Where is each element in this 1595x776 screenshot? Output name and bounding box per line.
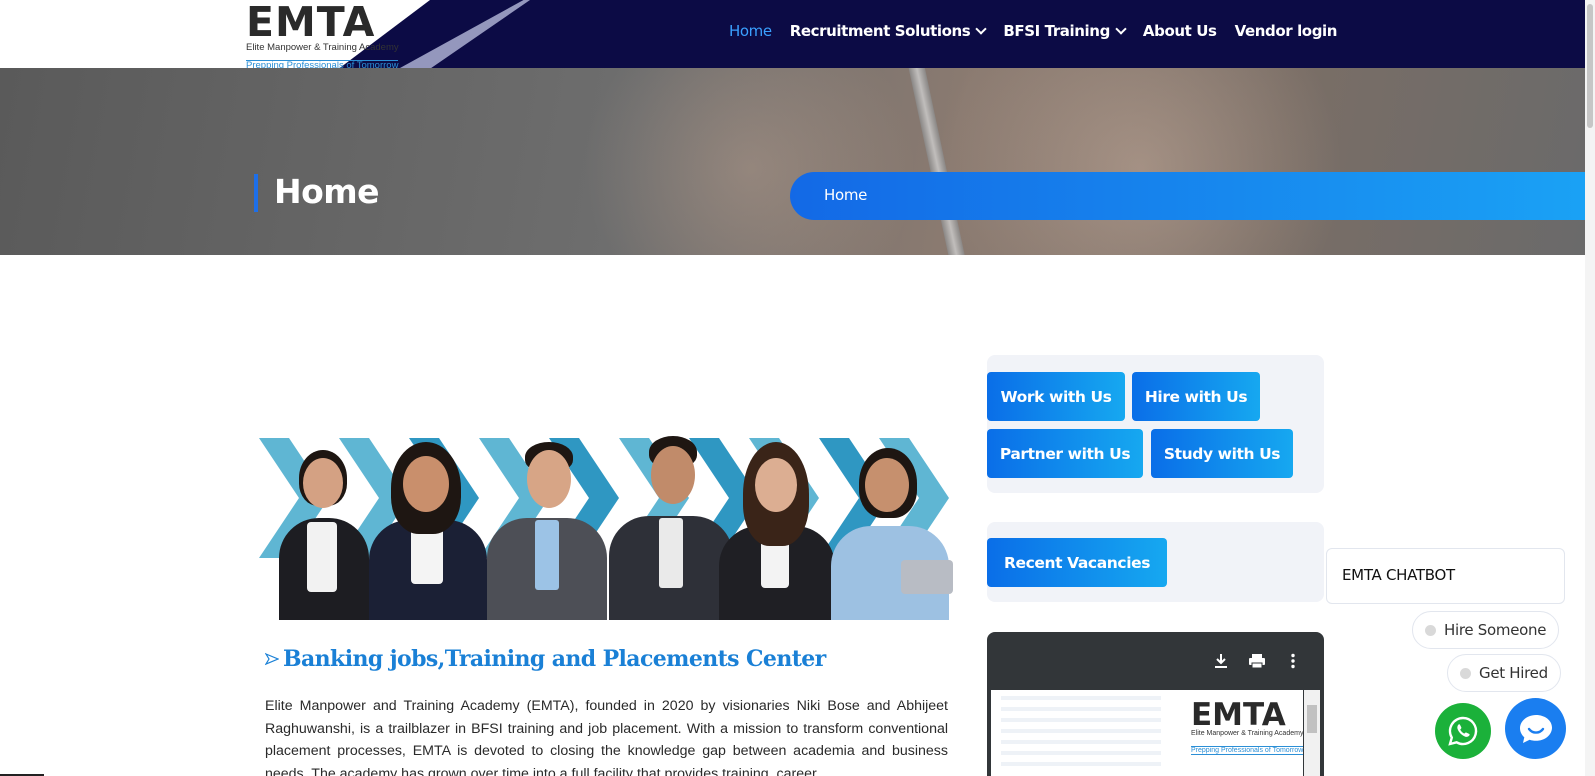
title-accent-bar	[254, 174, 258, 212]
chevron-down-icon	[975, 22, 988, 35]
logo-subtitle: Elite Manpower & Training Academy	[246, 42, 399, 53]
person-figure	[825, 448, 953, 620]
download-icon[interactable]	[1212, 652, 1230, 670]
pdf-logo: EMTA Elite Manpower & Training Academy P…	[1191, 700, 1303, 756]
logo-wordmark: EMTA	[246, 0, 376, 46]
chat-bubble-icon	[1519, 714, 1552, 743]
whatsapp-button[interactable]	[1435, 703, 1491, 759]
nav-label: Recruitment Solutions	[789, 22, 971, 40]
recent-vacancies-button[interactable]: Recent Vacancies	[987, 538, 1167, 587]
paper-plane-icon	[265, 652, 279, 666]
main-nav: Home Recruitment Solutions BFSI Training…	[729, 22, 1355, 40]
work-with-us-button[interactable]: Work with Us	[987, 372, 1125, 421]
pdf-logo-wordmark: EMTA	[1191, 697, 1286, 733]
breadcrumb: Home	[790, 172, 1585, 220]
print-icon[interactable]	[1248, 652, 1266, 670]
chatbot-panel: EMTA CHATBOT	[1326, 548, 1565, 604]
chat-option-get-hired[interactable]: Get Hired	[1447, 654, 1561, 692]
nav-item-home[interactable]: Home	[729, 22, 772, 40]
hire-with-us-button[interactable]: Hire with Us	[1132, 372, 1260, 421]
nav-label: BFSI Training	[1003, 22, 1110, 40]
pdf-viewer[interactable]: EMTA Elite Manpower & Training Academy P…	[987, 632, 1324, 776]
page-scrollbar[interactable]	[1585, 0, 1595, 776]
page: EMTA Elite Manpower & Training Academy P…	[0, 0, 1595, 776]
pdf-toolbar	[1212, 652, 1302, 670]
section-heading: Banking jobs,Training and Placements Cen…	[265, 646, 826, 672]
banner-background-image	[560, 68, 940, 255]
study-with-us-button[interactable]: Study with Us	[1151, 429, 1293, 478]
partner-with-us-button[interactable]: Partner with Us	[987, 429, 1143, 478]
pdf-page: EMTA Elite Manpower & Training Academy P…	[991, 690, 1303, 776]
chat-option-hire-someone[interactable]: Hire Someone	[1412, 611, 1560, 649]
nav-label: About Us	[1142, 22, 1217, 40]
chat-launcher-button[interactable]	[1505, 698, 1566, 759]
heading-text: Banking jobs,Training and Placements Cen…	[283, 646, 826, 672]
cta-card: Work with Us Hire with Us Partner with U…	[987, 355, 1324, 493]
pdf-logo-tagline: Prepping Professionals of Tomorrow	[1191, 746, 1304, 755]
header-diagonal-stripe	[400, 0, 530, 68]
radio-dot-icon	[1425, 624, 1436, 636]
person-figure	[713, 442, 837, 620]
chatbot-title: EMTA CHATBOT	[1342, 566, 1455, 584]
person-figure	[485, 434, 609, 620]
chat-option-label: Get Hired	[1479, 664, 1548, 682]
more-vert-icon[interactable]	[1284, 652, 1302, 670]
nav-item-vendor-login[interactable]: Vendor login	[1235, 22, 1338, 40]
nav-item-about-us[interactable]: About Us	[1143, 22, 1217, 40]
nav-label: Vendor login	[1234, 22, 1338, 40]
radio-dot-icon	[1460, 667, 1471, 679]
pdf-watermark-text	[1001, 696, 1161, 773]
page-banner: Home Home	[0, 68, 1585, 255]
chat-option-label: Hire Someone	[1444, 621, 1547, 639]
person-figure	[363, 442, 491, 620]
about-paragraph: Elite Manpower and Training Academy (EMT…	[265, 698, 948, 776]
team-banner-image	[259, 430, 955, 620]
person-figure	[273, 448, 373, 620]
page-title: Home	[274, 172, 380, 211]
pdf-logo-subtitle: Elite Manpower & Training Academy	[1191, 730, 1304, 737]
pdf-scrollbar[interactable]	[1304, 690, 1320, 776]
page-scroll-thumb[interactable]	[1587, 4, 1593, 128]
nav-item-recruitment-solutions[interactable]: Recruitment Solutions	[789, 22, 988, 40]
breadcrumb-home-link[interactable]: Home	[824, 186, 867, 204]
nav-label: Home	[729, 22, 772, 40]
site-logo[interactable]: EMTA Elite Manpower & Training Academy P…	[246, 0, 404, 72]
chevron-down-icon	[1115, 22, 1127, 35]
vacancies-card: Recent Vacancies	[987, 522, 1324, 602]
whatsapp-icon	[1448, 716, 1478, 746]
site-header: EMTA Elite Manpower & Training Academy P…	[0, 0, 1585, 72]
nav-item-bfsi-training[interactable]: BFSI Training	[1003, 22, 1127, 40]
pdf-scroll-thumb[interactable]	[1307, 705, 1317, 733]
banner-background-highlight	[900, 68, 1380, 255]
